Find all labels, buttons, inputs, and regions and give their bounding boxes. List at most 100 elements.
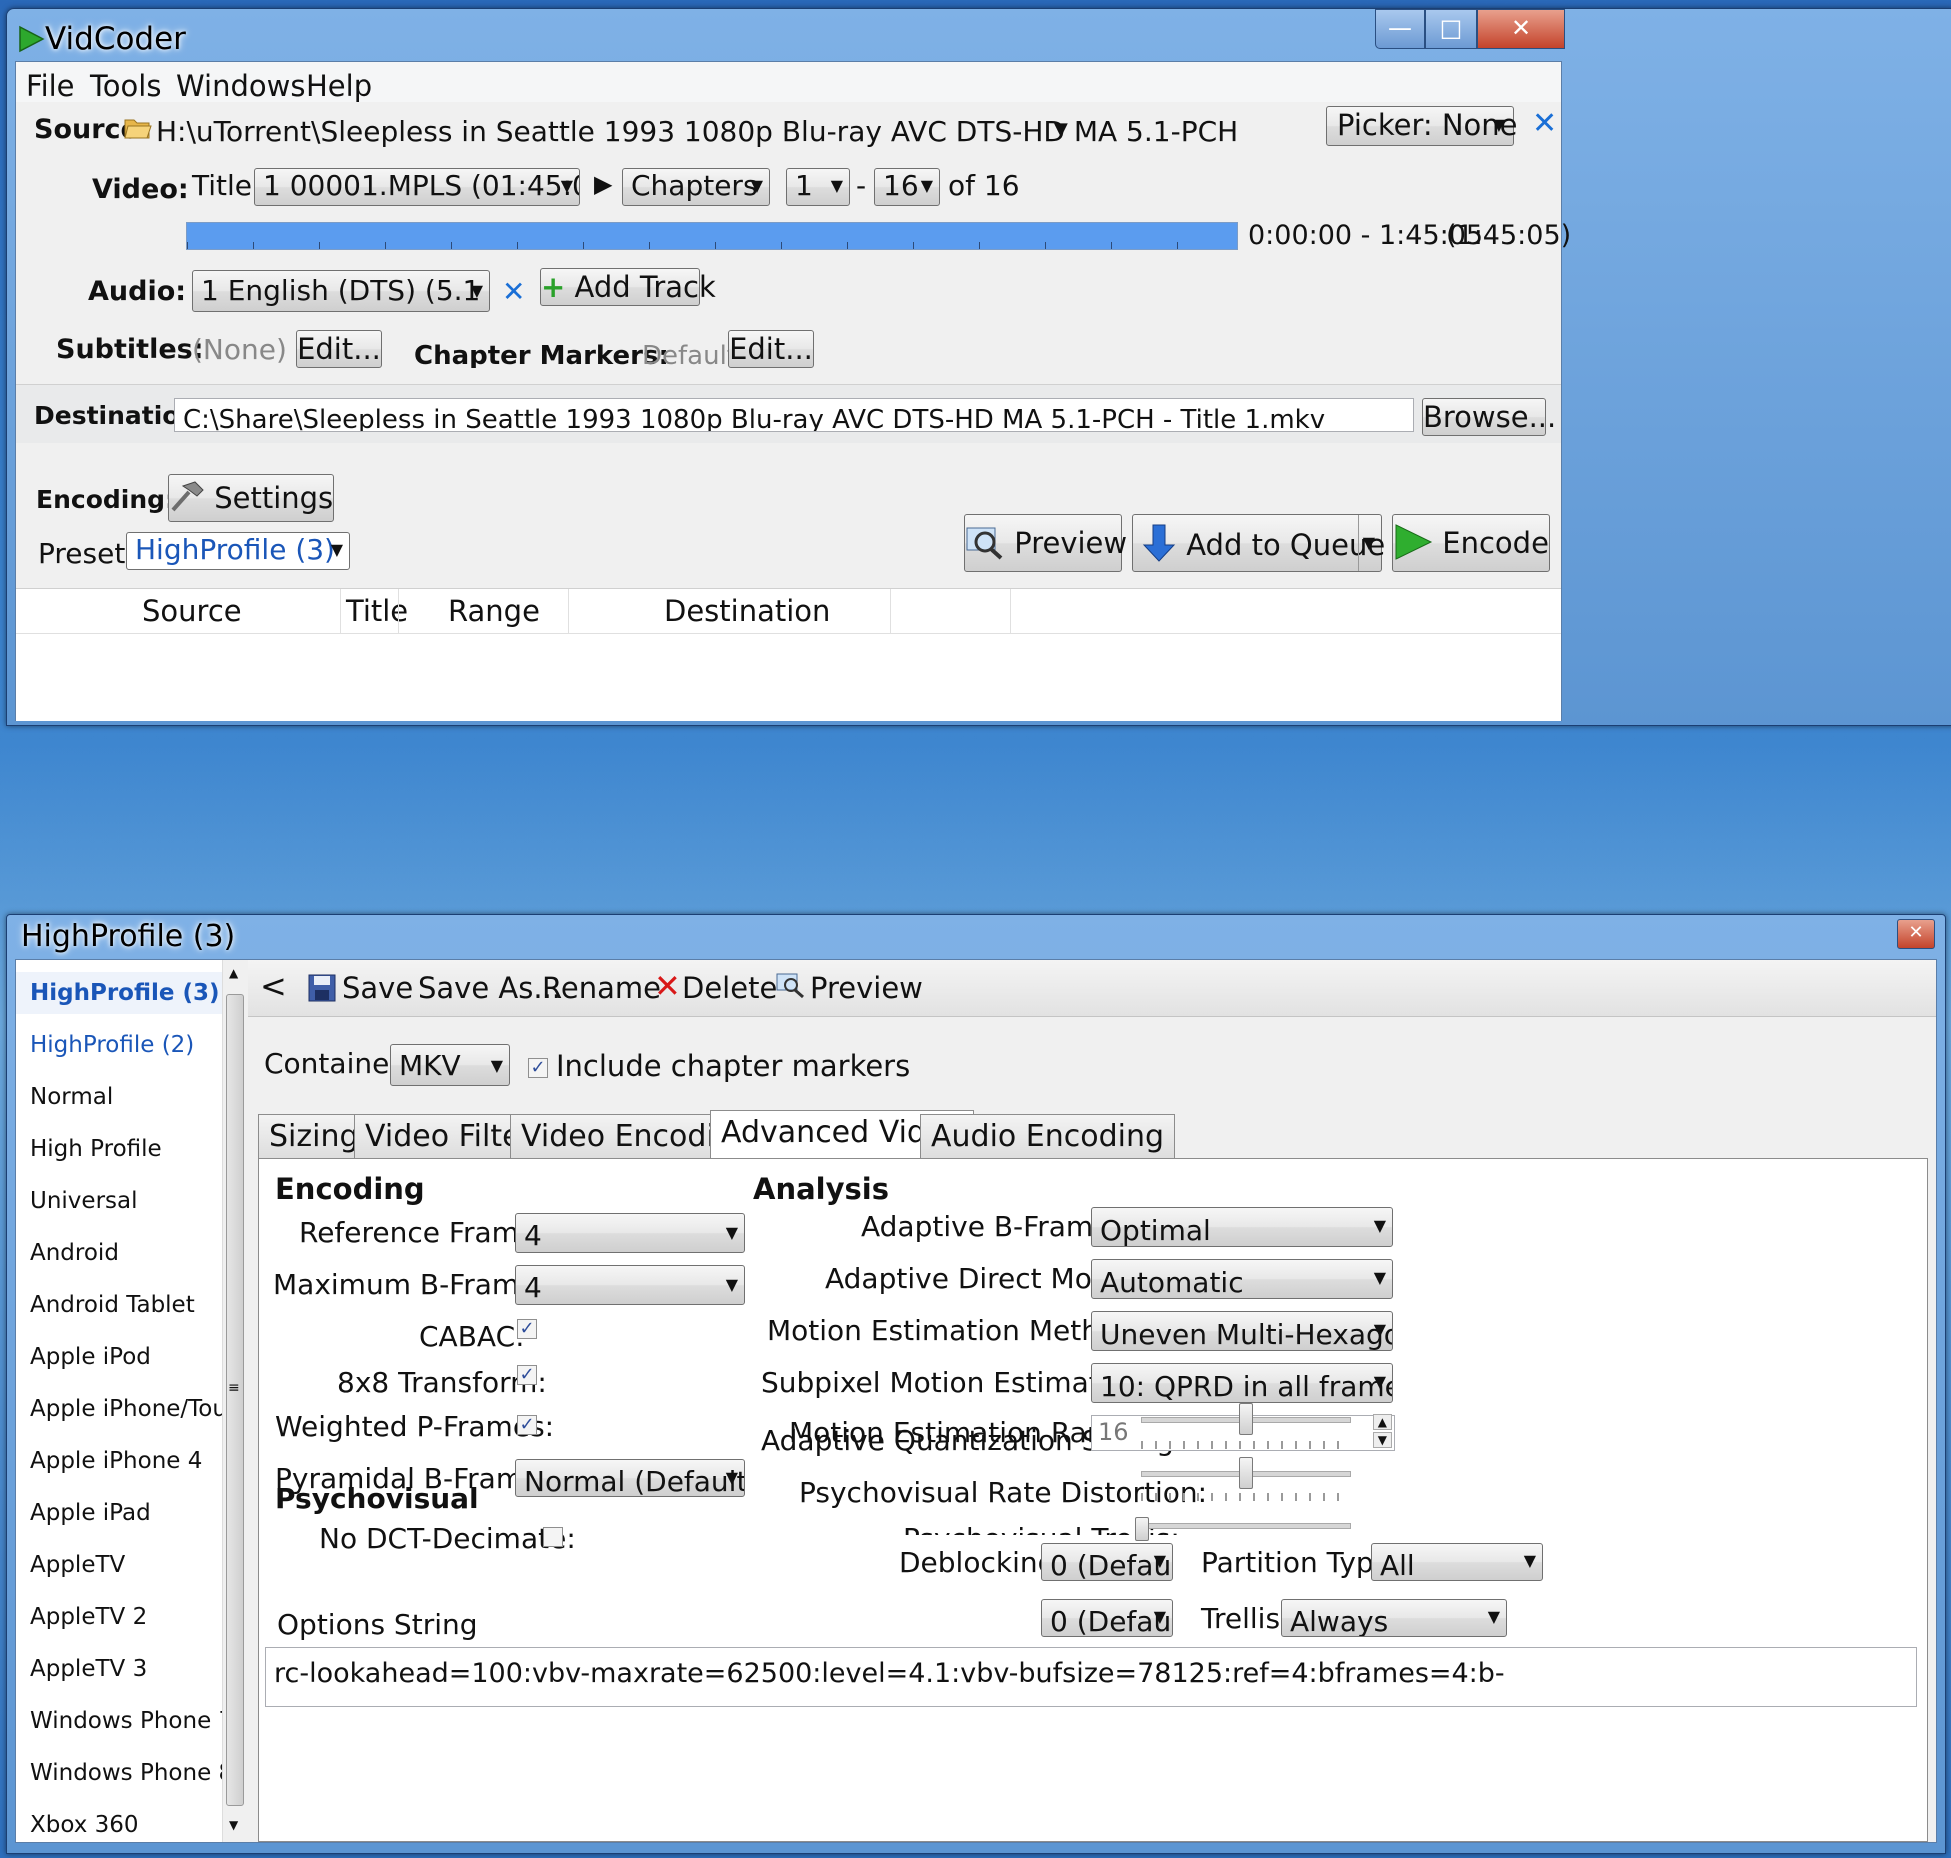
queue-col-range[interactable]: Range [448,591,540,631]
destination-input[interactable]: C:\Share\Sleepless in Seattle 1993 1080p… [174,398,1414,432]
preset-list-item[interactable]: Windows Phone 8 [30,1758,233,1788]
rename-button[interactable]: Rename [542,968,661,1008]
container-select[interactable]: MKV ▼ [390,1044,510,1086]
preview-button-preset[interactable]: Preview [810,968,923,1008]
transform-checkbox[interactable]: ✓ [517,1365,537,1385]
arrow-down-icon [1141,523,1177,581]
scroll-thumb[interactable] [226,994,244,1806]
tab-audio-encoding[interactable]: Audio Encoding [920,1114,1176,1160]
preset-list[interactable]: HighProfile (3) HighProfile (2) Normal High… [16,960,247,1842]
timeline-bar[interactable] [186,222,1238,250]
preset-list-item[interactable]: Universal [30,1186,138,1216]
subpixel-select[interactable]: 10: QPRD in all frames ▼ [1091,1363,1393,1403]
back-button[interactable]: < [260,966,287,1006]
preset-list-item[interactable]: AppleTV 3 [30,1654,147,1684]
trellis-select[interactable]: Always ▼ [1281,1599,1507,1637]
max-bframes-select[interactable]: 4 ▼ [515,1265,745,1305]
queue-col-destination[interactable]: Destination [664,591,830,631]
folder-open-icon[interactable] [124,116,152,144]
me-method-select[interactable]: Uneven Multi-Hexagon ▼ [1091,1311,1393,1351]
scroll-up-icon[interactable]: ▲ [229,966,238,980]
queue-list[interactable]: Source Title Range Destination [16,588,1561,721]
remove-audio-icon[interactable]: ✕ [502,272,525,312]
chapter-markers-edit-button[interactable]: Edit... [728,330,814,368]
audio-label: Audio: [88,276,187,307]
psy-trellis-thumb[interactable] [1135,1517,1149,1541]
chevron-down-icon: ▼ [1487,1607,1500,1626]
adaptive-direct-select[interactable]: Automatic ▼ [1091,1259,1393,1299]
preset-select[interactable]: HighProfile (3) ▼ [126,532,350,570]
add-to-queue-button[interactable]: Add to Queue ▼ [1132,514,1385,572]
range-type-select[interactable]: Chapters ▼ [622,168,770,206]
deblocking-select-1[interactable]: 0 (Default)▼ [1041,1543,1173,1581]
scroll-down-icon[interactable]: ▼ [229,1818,238,1832]
deblocking-select-2[interactable]: 0 (Default)▼ [1041,1599,1173,1637]
menu-file[interactable]: File [26,66,75,106]
maximize-button[interactable]: □ [1425,9,1477,49]
preset-list-item[interactable]: HighProfile (3) [30,978,220,1008]
preset-list-item[interactable]: Apple iPad [30,1498,151,1528]
preset-list-item[interactable]: HighProfile (2) [30,1030,194,1060]
menu-tools[interactable]: Tools [90,66,161,106]
cabac-checkbox[interactable]: ✓ [517,1319,537,1339]
partition-select[interactable]: All ▼ [1371,1543,1543,1581]
hammer-icon [169,479,205,525]
delete-button[interactable]: Delete [682,968,777,1008]
picker-dropdown[interactable]: Picker: None ▼ [1326,106,1518,146]
play-encode-icon [1393,523,1433,579]
preset-list-item[interactable]: AppleTV [30,1550,125,1580]
menu-help[interactable]: Help [306,66,372,106]
preset-list-item[interactable]: Windows Phone 7 [30,1706,233,1736]
preset-list-item[interactable]: Apple iPod [30,1342,151,1372]
add-to-queue-dropdown-icon[interactable]: ▼ [1357,515,1375,571]
clear-source-icon[interactable]: ✕ [1532,104,1557,144]
save-icon [308,974,336,1006]
save-as-button[interactable]: Save As... [418,968,561,1008]
source-path[interactable]: H:\uTorrent\Sleepless in Seattle 1993 10… [156,112,1238,152]
browse-button[interactable]: Browse... [1422,398,1556,436]
close-button[interactable]: ✕ [1477,9,1565,49]
chapter-markers-value: Default [642,341,737,368]
add-track-button[interactable]: + Add Track [540,268,716,306]
preset-list-item[interactable]: Xbox 360 [30,1810,139,1840]
preset-list-item[interactable]: AppleTV 2 [30,1602,147,1632]
play-icon[interactable]: ▶ [594,164,612,204]
preset-list-item[interactable]: Apple iPhone 4 [30,1446,202,1476]
psy-trellis-track[interactable] [1141,1523,1351,1529]
stepper-up-icon[interactable]: ▲ [1372,1414,1392,1430]
container-label: Container: [264,1047,410,1080]
preset-list-item[interactable]: Normal [30,1082,113,1112]
aq-strength-thumb[interactable] [1239,1403,1253,1435]
preset-list-item[interactable]: High Profile [30,1134,162,1164]
psy-rd-thumb[interactable] [1239,1457,1253,1489]
pyramidal-select[interactable]: Normal (Default) ▼ [515,1459,745,1497]
options-string-input[interactable]: rc-lookahead=100:vbv-maxrate=62500:level… [265,1647,1917,1707]
adaptive-bframes-select[interactable]: Optimal ▼ [1091,1207,1393,1247]
preset-list-item[interactable]: Android [30,1238,119,1268]
minimize-button[interactable]: — [1375,9,1425,49]
save-button[interactable]: Save [342,968,413,1008]
menu-windows[interactable]: Windows [176,66,305,106]
range-start-select[interactable]: 1 ▼ [786,168,850,206]
encode-button[interactable]: Encode [1392,514,1550,572]
chevron-down-icon: ▼ [1373,1372,1386,1391]
preset-list-item[interactable]: Android Tablet [30,1290,195,1320]
reference-frames-select[interactable]: 4 ▼ [515,1213,745,1253]
source-dropdown-icon[interactable]: ▼ [1054,110,1068,150]
include-chapters-checkbox[interactable]: ✓ [528,1058,548,1078]
settings-button[interactable]: Settings [168,474,334,522]
audio-track-select[interactable]: 1 English (DTS) (5.1 ch)▼ [192,270,490,312]
no-dct-checkbox[interactable] [543,1527,563,1547]
tab-sizing[interactable]: Sizing [258,1114,370,1160]
stepper-down-icon[interactable]: ▼ [1372,1432,1392,1448]
range-end-select[interactable]: 16 ▼ [874,168,940,206]
preset-close-button[interactable]: ✕ [1897,919,1935,949]
main-client: File Tools Windows Help Source: H:\uTorr… [15,61,1571,721]
title-select[interactable]: 1 00001.MPLS (01:45:05)▼ [254,168,580,206]
preset-list-item[interactable]: Apple iPhone/Touch [30,1394,246,1424]
preview-button[interactable]: Preview [964,514,1127,572]
queue-col-source[interactable]: Source [142,591,242,631]
weighted-checkbox[interactable]: ✓ [517,1415,537,1435]
preset-list-scrollbar[interactable]: ▲ ≡ ▼ [222,960,247,1842]
subtitles-edit-button[interactable]: Edit... [296,330,382,368]
